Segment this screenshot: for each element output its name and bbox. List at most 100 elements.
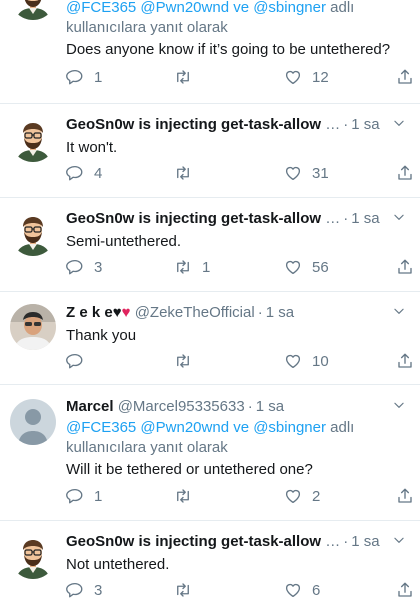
like-button[interactable]: 6 [284, 579, 320, 600]
like-count: 31 [312, 164, 329, 182]
tweet[interactable]: GeoSn0w is injecting get-task-allow … · 1 … [0, 198, 420, 292]
avatar[interactable] [10, 533, 56, 579]
share-button[interactable] [396, 350, 420, 372]
tweet-text: Not untethered. [66, 556, 170, 573]
reply-button[interactable]: 1 [66, 66, 102, 88]
display-name[interactable]: GeoSn0w is injecting get-task-allow [66, 533, 321, 550]
like-count: 10 [312, 352, 329, 370]
share-button[interactable] [396, 66, 420, 88]
chevron-down-icon[interactable] [392, 210, 406, 224]
reply-button[interactable]: 4 [66, 162, 102, 184]
reply-mentions[interactable]: @FCE365 @Pwn20wnd ve @sbingner [66, 0, 326, 16]
avatar[interactable] [10, 210, 56, 256]
like-icon [284, 68, 302, 86]
like-icon [284, 164, 302, 182]
action-bar: 1 12 [66, 66, 410, 88]
reply-icon [66, 68, 84, 86]
tweet-header: GeoSn0w is injecting get-task-allow … · 1 … [66, 208, 410, 230]
reply-count: 3 [94, 581, 103, 599]
separator-dot: · [343, 533, 349, 550]
tweet-header: GeoSn0w is injecting get-task-allow … · 1 … [66, 114, 410, 136]
timestamp[interactable]: 1 sa [266, 304, 294, 321]
chevron-down-icon[interactable] [392, 533, 406, 547]
retweet-button[interactable] [174, 579, 202, 600]
avatar[interactable] [10, 304, 56, 350]
display-name[interactable]: GeoSn0w is injecting get-task-allow [66, 116, 321, 133]
share-icon [396, 352, 414, 370]
username[interactable]: @Marcel95335633 [118, 398, 245, 415]
reply-count: 3 [94, 258, 103, 276]
timestamp[interactable]: 1 sa [256, 398, 284, 415]
broken-heart-emoji: ♥ [121, 304, 131, 321]
username[interactable]: @ZekeTheOfficial [135, 304, 255, 321]
share-button[interactable] [396, 579, 420, 600]
tweet-text: Thank you [66, 327, 137, 344]
like-button[interactable]: 10 [284, 350, 329, 372]
chevron-down-icon[interactable] [392, 304, 406, 318]
retweet-icon [174, 352, 192, 370]
reply-count: 4 [94, 164, 103, 182]
like-button[interactable]: 12 [284, 66, 329, 88]
tweet-text: Does anyone know if it’s going to be unt… [66, 41, 391, 58]
action-bar: 10 [66, 350, 410, 372]
retweet-icon [174, 487, 192, 505]
timestamp[interactable]: 1 sa [351, 210, 379, 227]
reply-icon [66, 258, 84, 276]
reply-icon [66, 164, 84, 182]
share-icon [396, 487, 414, 505]
action-bar: 3 1 56 [66, 256, 410, 278]
timestamp[interactable]: 1 sa [351, 533, 379, 550]
action-bar: 3 6 [66, 579, 410, 600]
chevron-down-icon[interactable] [392, 398, 406, 412]
reply-button[interactable]: 3 [66, 256, 102, 278]
tweet-text: Semi-untethered. [66, 233, 182, 250]
tweet[interactable]: GeoSn0w is injecting get-task-allow … · 1 … [0, 521, 420, 600]
like-button[interactable]: 2 [284, 485, 320, 507]
share-button[interactable] [396, 162, 420, 184]
retweet-button[interactable]: 1 [174, 256, 210, 278]
reply-button[interactable]: 3 [66, 579, 102, 600]
action-bar: 4 31 [66, 162, 410, 184]
avatar[interactable] [10, 0, 56, 20]
retweet-button[interactable] [174, 485, 202, 507]
avatar[interactable] [10, 116, 56, 162]
like-button[interactable]: 56 [284, 256, 329, 278]
action-bar: 1 2 [66, 485, 410, 507]
like-icon [284, 352, 302, 370]
share-icon [396, 258, 414, 276]
display-name[interactable]: Z e k e♥♥ [66, 304, 131, 321]
reply-count: 1 [94, 487, 103, 505]
share-button[interactable] [396, 485, 420, 507]
retweet-icon [174, 258, 192, 276]
reply-mentions[interactable]: @FCE365 @Pwn20wnd ve @sbingner [66, 419, 326, 436]
timestamp[interactable]: 1 sa [351, 116, 379, 133]
tweet-header: Marcel @Marcel95335633 · 1 sa [66, 396, 410, 418]
retweet-button[interactable] [174, 350, 202, 372]
reply-button[interactable] [66, 350, 94, 372]
tweet[interactable]: GeoSn0w is injecting get-task-allow … · 1 … [0, 104, 420, 198]
like-button[interactable]: 31 [284, 162, 329, 184]
separator-dot: · [247, 398, 253, 415]
retweet-count: 1 [202, 258, 211, 276]
display-name-text: Z e k e [66, 304, 113, 321]
display-name[interactable]: Marcel [66, 398, 114, 415]
tweet[interactable]: Marcel @Marcel95335633 · 1 sa @FCE365 @Pwn… [0, 385, 420, 521]
reply-button[interactable]: 1 [66, 485, 102, 507]
like-icon [284, 487, 302, 505]
share-button[interactable] [396, 256, 420, 278]
share-icon [396, 68, 414, 86]
chevron-down-icon[interactable] [392, 116, 406, 130]
avatar[interactable] [10, 399, 56, 445]
retweet-icon [174, 164, 192, 182]
username[interactable]: … [325, 210, 340, 227]
tweet[interactable]: Z e k e♥♥ @ZekeTheOfficial · 1 sa Thank yo… [0, 292, 420, 384]
retweet-button[interactable] [174, 66, 202, 88]
username[interactable]: … [325, 116, 340, 133]
tweet[interactable]: @FCE365 @Pwn20wnd ve @sbingner adlı kull… [0, 0, 420, 108]
like-icon [284, 258, 302, 276]
retweet-button[interactable] [174, 162, 202, 184]
display-name[interactable]: GeoSn0w is injecting get-task-allow [66, 210, 321, 227]
like-icon [284, 581, 302, 599]
reply-icon [66, 352, 84, 370]
username[interactable]: … [325, 533, 340, 550]
